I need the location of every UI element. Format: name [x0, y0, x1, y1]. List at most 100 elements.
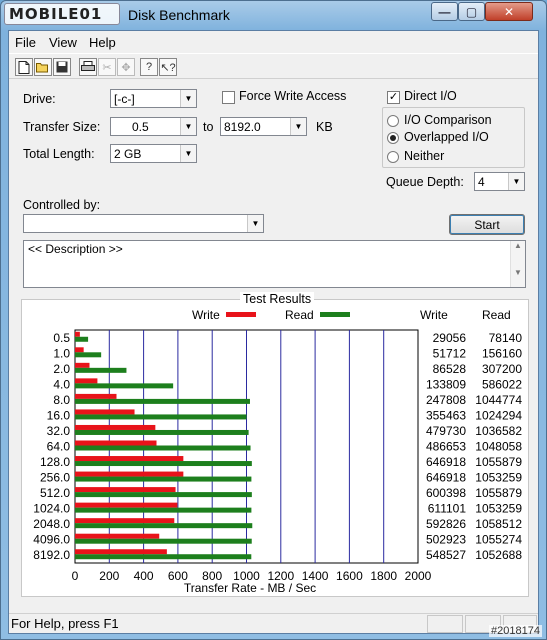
controlled-by-select[interactable]: ▼: [23, 214, 264, 233]
print-icon[interactable]: [79, 58, 97, 76]
app-window: MOBILE01 Disk Benchmark — ▢ ✕ File View …: [0, 0, 547, 640]
transfer-size-from-select[interactable]: 0.5 ▼: [110, 117, 197, 136]
context-help-icon[interactable]: ↖?: [159, 58, 177, 76]
force-write-checkbox[interactable]: [222, 91, 235, 104]
write-value: 86528: [433, 362, 467, 376]
menu-bar: File View Help: [9, 31, 538, 53]
test-results-panel: Test Results Write Read Write Read Trans…: [21, 292, 529, 597]
total-length-select[interactable]: 2 GB ▼: [110, 144, 197, 163]
total-length-label: Total Length:: [23, 147, 95, 161]
status-text: For Help, press F1: [11, 616, 119, 631]
force-write-label: Force Write Access: [239, 89, 347, 103]
write-value: 247808: [426, 393, 466, 407]
read-value: 307200: [482, 362, 522, 376]
read-bar: [75, 554, 252, 560]
y-tick-label: 16.0: [47, 408, 71, 422]
read-value: 1052688: [475, 548, 522, 562]
y-tick-label: 0.5: [53, 331, 70, 345]
x-tick-label: 1400: [302, 569, 329, 583]
x-tick-label: 600: [168, 569, 188, 583]
transfer-size-to-select[interactable]: 8192.0 ▼: [220, 117, 307, 136]
cut-icon[interactable]: ✂: [98, 58, 116, 76]
y-tick-label: 256.0: [40, 471, 70, 485]
overlapped-io-radio[interactable]: [387, 132, 399, 144]
write-bar: [75, 393, 117, 399]
title-bar[interactable]: MOBILE01 Disk Benchmark — ▢ ✕: [1, 1, 546, 29]
x-tick-label: 1000: [233, 569, 260, 583]
direct-io-checkbox[interactable]: ✓: [387, 91, 400, 104]
legend-write-swatch: [226, 312, 256, 317]
read-bar: [75, 336, 89, 342]
client-area: File View Help ✂ ✥ ? ↖? Drive: [-c-] ▼ F…: [8, 30, 539, 634]
status-pane-1: [427, 615, 463, 633]
write-value: 133809: [426, 377, 466, 391]
write-bar: [75, 518, 175, 524]
neither-label: Neither: [404, 149, 445, 163]
read-column-header: Read: [482, 308, 511, 322]
write-value: 646918: [426, 471, 466, 485]
queue-depth-select[interactable]: 4 ▼: [474, 172, 525, 191]
read-value: 1053259: [475, 471, 522, 485]
menu-file[interactable]: File: [15, 35, 36, 50]
description-box[interactable]: << Description >> ▲ ▼: [23, 240, 526, 288]
read-bar: [75, 398, 250, 404]
x-tick-label: 2000: [405, 569, 432, 583]
y-tick-label: 1024.0: [33, 502, 70, 516]
move-icon[interactable]: ✥: [117, 58, 135, 76]
read-value: 1055879: [475, 455, 522, 469]
scroll-up-icon[interactable]: ▲: [511, 241, 525, 250]
write-value: 600398: [426, 486, 466, 500]
x-tick-label: 1800: [370, 569, 397, 583]
y-tick-label: 64.0: [47, 440, 71, 454]
description-scrollbar[interactable]: ▲ ▼: [510, 241, 525, 287]
read-bar: [75, 414, 247, 420]
status-bar: For Help, press F1: [9, 613, 538, 633]
transfer-size-label: Transfer Size:: [23, 120, 101, 134]
drive-select[interactable]: [-c-] ▼: [110, 89, 197, 108]
io-comparison-radio[interactable]: [387, 115, 399, 127]
menu-help[interactable]: Help: [89, 35, 116, 50]
kb-unit-label: KB: [316, 120, 333, 134]
read-bar: [75, 507, 252, 513]
x-tick-label: 1600: [336, 569, 363, 583]
controlled-by-label: Controlled by:: [23, 198, 101, 212]
read-value: 586022: [482, 377, 522, 391]
open-icon[interactable]: [34, 58, 52, 76]
read-value: 78140: [489, 331, 523, 345]
maximize-button[interactable]: ▢: [458, 2, 485, 21]
write-bar: [75, 378, 98, 384]
write-value: 29056: [433, 331, 467, 345]
chevron-down-icon: ▼: [180, 145, 196, 162]
x-tick-label: 400: [134, 569, 154, 583]
mobile01-logo: MOBILE01: [4, 3, 120, 25]
write-value: 611101: [428, 502, 467, 516]
start-button[interactable]: Start: [449, 214, 525, 235]
write-bar: [75, 502, 178, 508]
help-icon[interactable]: ?: [140, 58, 158, 76]
y-tick-label: 512.0: [40, 486, 70, 500]
read-value: 1053259: [475, 502, 522, 516]
x-tick-label: 1200: [267, 569, 294, 583]
y-tick-label: 1.0: [53, 346, 70, 360]
read-bar: [75, 352, 102, 358]
write-value: 548527: [426, 548, 466, 562]
scroll-down-icon[interactable]: ▼: [511, 268, 525, 277]
menu-view[interactable]: View: [49, 35, 77, 50]
read-value: 1036582: [475, 424, 522, 438]
read-value: 1048058: [475, 440, 522, 454]
new-icon[interactable]: [15, 58, 33, 76]
to-label: to: [203, 120, 214, 134]
write-value: 355463: [426, 408, 466, 422]
minimize-button[interactable]: —: [431, 2, 458, 21]
neither-radio[interactable]: [387, 151, 399, 163]
write-bar: [75, 424, 156, 430]
close-button[interactable]: ✕: [485, 2, 533, 21]
write-column-header: Write: [420, 308, 448, 322]
save-icon[interactable]: [53, 58, 71, 76]
chevron-down-icon: ▼: [180, 90, 196, 107]
write-bar: [75, 487, 176, 493]
legend-write-label: Write: [192, 308, 220, 322]
read-bar: [75, 367, 127, 373]
read-bar: [75, 523, 253, 529]
read-bar: [75, 492, 252, 498]
